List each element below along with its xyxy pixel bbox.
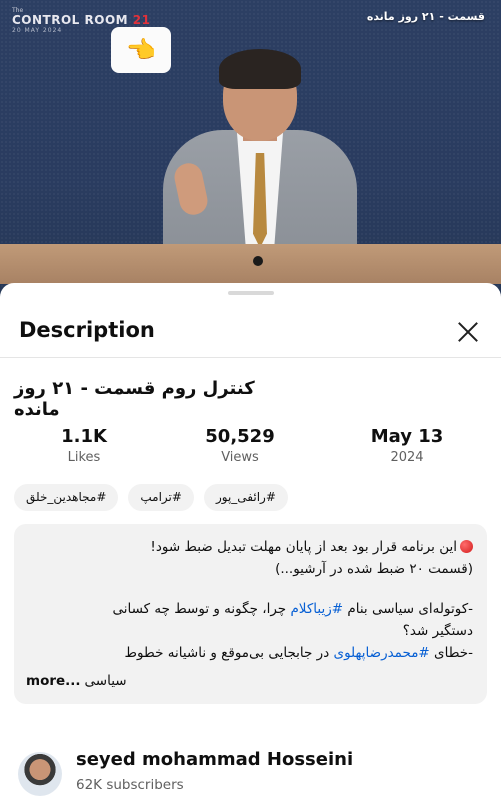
views-stat: 50,529 Views xyxy=(190,426,290,465)
subscriber-count: 62K subscribers xyxy=(76,777,184,793)
description-sheet: Description کنترل روم قسمت - ۲۱ روز ماند… xyxy=(0,283,501,800)
logo-number: 21 xyxy=(132,13,151,27)
close-icon[interactable] xyxy=(452,316,484,348)
views-label: Views xyxy=(221,450,259,465)
sheet-header: Description xyxy=(0,308,501,358)
hashtag-chip[interactable]: #ترامپ xyxy=(128,484,194,511)
logo-the: The xyxy=(12,7,24,14)
description-line: دستگیر شد؟ xyxy=(402,623,473,639)
date-stat: May 13 2024 xyxy=(362,426,452,465)
video-title: کنترل روم قسمت - ۲۱ روز مانده xyxy=(14,378,255,420)
description-line: این برنامه قرار بود بعد از پایان مهلت تب… xyxy=(26,536,473,558)
views-value: 50,529 xyxy=(205,426,275,447)
hashtag-list: #مجاهدین_خلق #ترامپ #رائفی_پور xyxy=(14,484,288,512)
channel-name[interactable]: seyed mohammad Hosseini xyxy=(76,749,353,770)
description-line: -خطای #محمدرضاپهلوی در جابجایی بی‌موقع و… xyxy=(124,645,473,661)
hashtag-link[interactable]: #محمدرضاپهلوی xyxy=(334,645,430,661)
avatar[interactable] xyxy=(18,752,62,796)
video-stats: 1.1K Likes 50,529 Views May 13 2024 xyxy=(0,426,501,470)
likes-value: 1.1K xyxy=(61,426,107,447)
sheet-title: Description xyxy=(19,318,155,342)
description-line: -کوتوله‌ای سیاسی بنام #زیباکلام چرا، چگو… xyxy=(112,601,473,617)
logo-brand-text: CONTROL ROOM xyxy=(12,13,129,27)
microphone xyxy=(253,256,263,266)
likes-label: Likes xyxy=(67,450,101,465)
more-button[interactable]: ...more xyxy=(26,670,81,692)
video-player[interactable]: The CONTROL ROOM 21 20 MAY 2024 قسمت - ۲… xyxy=(0,0,501,300)
channel-row[interactable]: seyed mohammad Hosseini 62K subscribers xyxy=(18,749,488,799)
red-circle-icon xyxy=(460,540,473,553)
description-last-line: سیاسی ...more xyxy=(26,670,141,692)
video-overlay-title: قسمت - ۲۱ روز مانده xyxy=(366,10,485,23)
drag-handle[interactable] xyxy=(228,291,274,295)
description-box[interactable]: این برنامه قرار بود بعد از پایان مهلت تب… xyxy=(14,524,487,704)
hashtag-link[interactable]: #زیباکلام xyxy=(290,601,343,617)
description-line: (قسمت ۲۰ ضبط شده در آرشیو...) xyxy=(275,561,473,577)
presenter-image xyxy=(155,45,365,255)
date-year: 2024 xyxy=(390,450,424,465)
date-value: May 13 xyxy=(370,426,444,447)
hashtag-chip[interactable]: #مجاهدین_خلق xyxy=(14,484,119,511)
logo-brand: CONTROL ROOM 21 xyxy=(12,14,150,26)
hashtag-chip[interactable]: #رائفی_پور xyxy=(203,484,288,511)
likes-stat: 1.1K Likes xyxy=(44,426,124,465)
